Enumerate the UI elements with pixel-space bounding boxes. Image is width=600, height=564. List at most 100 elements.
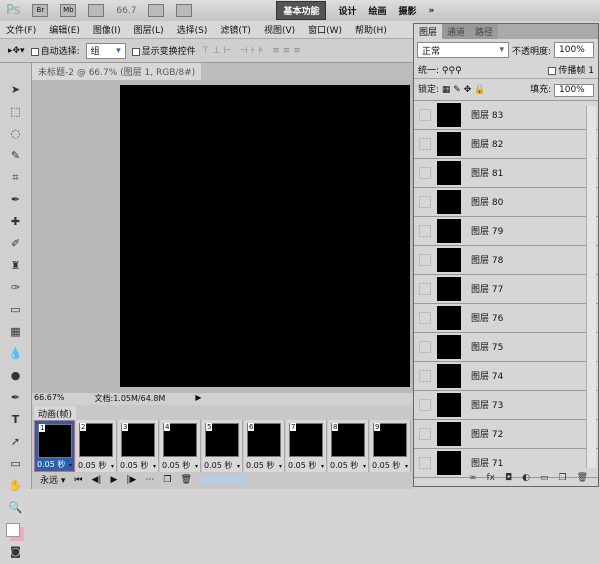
animation-frame[interactable]: 5 0.05 秒 ▾: [202, 420, 243, 472]
crop-tool-icon[interactable]: ⌗: [6, 171, 26, 190]
frame-delay[interactable]: 0.05 秒: [120, 460, 148, 471]
layer-row[interactable]: 图层 75: [414, 333, 598, 362]
frame-delay[interactable]: 0.05 秒: [162, 460, 190, 471]
layer-row[interactable]: 图层 77: [414, 275, 598, 304]
move-tool-preset-icon[interactable]: ▸✥▾: [8, 46, 25, 56]
visibility-toggle[interactable]: [419, 195, 431, 208]
healing-brush-icon[interactable]: ✚: [6, 215, 26, 234]
blur-tool-icon[interactable]: 💧: [6, 347, 26, 366]
shape-tool-icon[interactable]: ▭: [6, 457, 26, 476]
marquee-tool-icon[interactable]: ⬚: [6, 105, 26, 124]
color-swatches-icon[interactable]: [5, 523, 26, 542]
workspace-design[interactable]: 设计: [338, 4, 356, 17]
visibility-toggle[interactable]: [419, 108, 431, 121]
delay-dropdown-icon[interactable]: ▾: [153, 463, 156, 470]
visibility-toggle[interactable]: [419, 253, 431, 266]
zoom-level-select[interactable]: 66.7: [116, 6, 136, 16]
duplicate-frame-icon[interactable]: ❐: [163, 475, 171, 485]
delete-layer-icon[interactable]: 🗑: [577, 473, 588, 486]
workspace-painting[interactable]: 绘画: [368, 4, 386, 17]
show-transform-checkbox[interactable]: 显示变换控件: [131, 44, 196, 57]
layers-scrollbar[interactable]: [586, 106, 596, 468]
canvas[interactable]: [120, 85, 410, 387]
frame-delay[interactable]: 0.05 秒: [330, 460, 358, 471]
visibility-toggle[interactable]: [419, 282, 431, 295]
menu-edit[interactable]: 编辑(E): [49, 23, 80, 36]
menu-window[interactable]: 窗口(W): [308, 23, 342, 36]
status-menu-arrow-icon[interactable]: ▶: [195, 393, 201, 405]
menu-help[interactable]: 帮助(H): [355, 23, 387, 36]
first-frame-icon[interactable]: ⏮: [74, 475, 82, 485]
animation-scrollbar[interactable]: [200, 475, 246, 484]
animation-frame[interactable]: 2 0.05 秒 ▾: [76, 420, 117, 472]
delay-dropdown-icon[interactable]: ▾: [237, 463, 240, 470]
frame-delay[interactable]: 0.05 秒: [288, 460, 316, 471]
auto-select-checkbox[interactable]: 自动选择:: [30, 44, 80, 57]
link-icon[interactable]: ∞: [469, 473, 477, 486]
layer-row[interactable]: 图层 79: [414, 217, 598, 246]
history-brush-icon[interactable]: ✑: [6, 281, 26, 300]
animation-frame[interactable]: 8 0.05 秒 ▾: [328, 420, 369, 472]
menu-image[interactable]: 图像(I): [93, 23, 121, 36]
menu-view[interactable]: 视图(V): [264, 23, 295, 36]
gradient-tool-icon[interactable]: ▦: [6, 325, 26, 344]
zoom-tool-icon[interactable]: 🔍: [6, 501, 26, 520]
visibility-toggle[interactable]: [419, 340, 431, 353]
view-extras-button[interactable]: [88, 4, 105, 17]
visibility-toggle[interactable]: [419, 137, 431, 150]
bridge-button[interactable]: Br: [32, 4, 49, 17]
blend-mode-select[interactable]: 正常 ▾: [417, 42, 509, 58]
eraser-tool-icon[interactable]: ▭: [6, 303, 26, 322]
visibility-toggle[interactable]: [419, 311, 431, 324]
auto-select-dropdown[interactable]: 组 ▾: [85, 42, 126, 59]
type-tool-icon[interactable]: T: [6, 413, 26, 432]
mask-icon[interactable]: ◘: [505, 473, 512, 486]
layer-row[interactable]: 图层 72: [414, 420, 598, 449]
visibility-toggle[interactable]: [419, 166, 431, 179]
animation-frame[interactable]: 4 0.05 秒 ▾: [160, 420, 201, 472]
group-icon[interactable]: ▭: [540, 473, 549, 486]
animation-frame[interactable]: 1 0.05 秒 ▾: [34, 420, 75, 472]
delete-frame-icon[interactable]: 🗑: [180, 475, 191, 485]
menu-select[interactable]: 选择(S): [177, 23, 208, 36]
lasso-tool-icon[interactable]: ◌: [6, 127, 26, 146]
delay-dropdown-icon[interactable]: ▾: [405, 463, 408, 470]
tab-layers[interactable]: 图层: [414, 24, 443, 39]
delay-dropdown-icon[interactable]: ▾: [363, 463, 366, 470]
tween-icon[interactable]: ⋯: [145, 475, 154, 485]
delay-dropdown-icon[interactable]: ▾: [321, 463, 324, 470]
new-layer-icon[interactable]: ❐: [558, 473, 566, 486]
animation-frame[interactable]: 7 0.05 秒 ▾: [286, 420, 327, 472]
path-select-icon[interactable]: ➚: [6, 435, 26, 454]
brush-tool-icon[interactable]: ✐: [6, 237, 26, 256]
opacity-input[interactable]: 100%: [554, 42, 595, 58]
quick-mask-icon[interactable]: ◙: [6, 545, 26, 564]
frame-delay[interactable]: 0.05 秒: [372, 460, 400, 471]
layer-row[interactable]: 图层 76: [414, 304, 598, 333]
visibility-toggle[interactable]: [419, 369, 431, 382]
animation-frame[interactable]: 9 0.05 秒 ▾: [370, 420, 411, 472]
move-tool-icon[interactable]: ➤: [6, 83, 26, 102]
more-workspaces-button[interactable]: »: [429, 6, 435, 16]
visibility-toggle[interactable]: [419, 224, 431, 237]
animation-frame[interactable]: 3 0.05 秒 ▾: [118, 420, 159, 472]
previous-frame-icon[interactable]: ◀|: [92, 475, 102, 485]
layer-row[interactable]: 图层 80: [414, 188, 598, 217]
delay-dropdown-icon[interactable]: ▾: [195, 463, 198, 470]
layer-row[interactable]: 图层 83: [414, 101, 598, 130]
play-icon[interactable]: ▶: [110, 475, 117, 485]
mini-bridge-button[interactable]: Mb: [60, 4, 77, 17]
visibility-toggle[interactable]: [419, 456, 431, 469]
menu-layer[interactable]: 图层(L): [134, 23, 164, 36]
workspace-photography[interactable]: 摄影: [398, 4, 416, 17]
fx-icon[interactable]: fx: [486, 473, 495, 486]
visibility-toggle[interactable]: [419, 427, 431, 440]
pen-tool-icon[interactable]: ✒: [6, 391, 26, 410]
workspace-essentials[interactable]: 基本功能: [276, 1, 327, 20]
tab-channels[interactable]: 通道: [442, 24, 471, 39]
lock-icons[interactable]: ▦ ✎ ✥ 🔒: [442, 85, 485, 95]
arrange-documents-button[interactable]: [148, 4, 165, 17]
loop-select[interactable]: 永远 ▾: [40, 473, 65, 486]
layer-row[interactable]: 图层 74: [414, 362, 598, 391]
fill-input[interactable]: 100%: [554, 83, 594, 97]
